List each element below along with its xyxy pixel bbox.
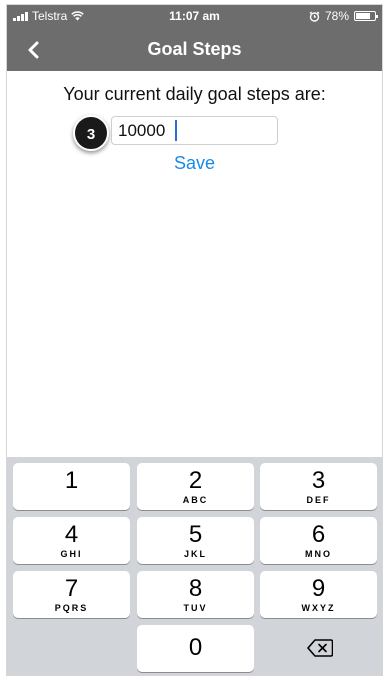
status-right: 78% xyxy=(309,9,378,23)
page-title: Goal Steps xyxy=(147,39,242,59)
battery-fill xyxy=(356,13,371,19)
key-digit: 4 xyxy=(64,521,79,548)
key-digit: 8 xyxy=(188,575,203,602)
key-digit: 5 xyxy=(188,521,203,548)
step-badge: 3 xyxy=(73,115,109,151)
key-1[interactable]: 1 xyxy=(13,463,130,510)
key-digit: 3 xyxy=(311,467,326,494)
key-digit: 7 xyxy=(64,575,79,602)
key-letters: ABC xyxy=(182,495,209,505)
app-frame: Telstra 11:07 am 78% Goal Steps Your cur… xyxy=(6,4,383,676)
key-letters: DEF xyxy=(306,495,331,505)
key-letters: TUV xyxy=(183,603,208,613)
numeric-keypad: 1 2 ABC 3 DEF 4 GHI 5 JKL 6 MNO 7 PQRS 8 xyxy=(7,457,382,675)
key-2[interactable]: 2 ABC xyxy=(137,463,254,510)
goal-steps-input[interactable] xyxy=(111,116,278,145)
key-4[interactable]: 4 GHI xyxy=(13,517,130,564)
key-letters: WXYZ xyxy=(301,603,336,613)
key-digit: 6 xyxy=(311,521,326,548)
key-5[interactable]: 5 JKL xyxy=(137,517,254,564)
key-letters: PQRS xyxy=(54,603,89,613)
save-button[interactable]: Save xyxy=(7,153,382,174)
key-7[interactable]: 7 PQRS xyxy=(13,571,130,618)
key-3[interactable]: 3 DEF xyxy=(260,463,377,510)
backspace-icon xyxy=(307,639,333,657)
key-letters: JKL xyxy=(183,549,207,559)
text-caret xyxy=(175,120,177,141)
goal-prompt: Your current daily goal steps are: xyxy=(63,84,326,104)
key-digit: 2 xyxy=(188,467,203,494)
battery-percent: 78% xyxy=(324,9,349,23)
key-digit: 0 xyxy=(188,634,203,661)
status-bar: Telstra 11:07 am 78% xyxy=(7,5,382,27)
key-letters: MNO xyxy=(305,549,332,559)
key-6[interactable]: 6 MNO xyxy=(260,517,377,564)
key-8[interactable]: 8 TUV xyxy=(137,571,254,618)
key-0[interactable]: 0 xyxy=(137,625,254,672)
key-9[interactable]: 9 WXYZ xyxy=(260,571,377,618)
key-letters: GHI xyxy=(60,549,83,559)
key-digit: 1 xyxy=(64,467,79,494)
delete-key[interactable] xyxy=(260,625,377,672)
main-content: Your current daily goal steps are: 3 Sav… xyxy=(7,71,382,461)
nav-bar: Goal Steps xyxy=(7,27,382,71)
battery-icon xyxy=(354,11,378,21)
alarm-icon xyxy=(309,10,320,22)
key-digit: 9 xyxy=(311,575,326,602)
